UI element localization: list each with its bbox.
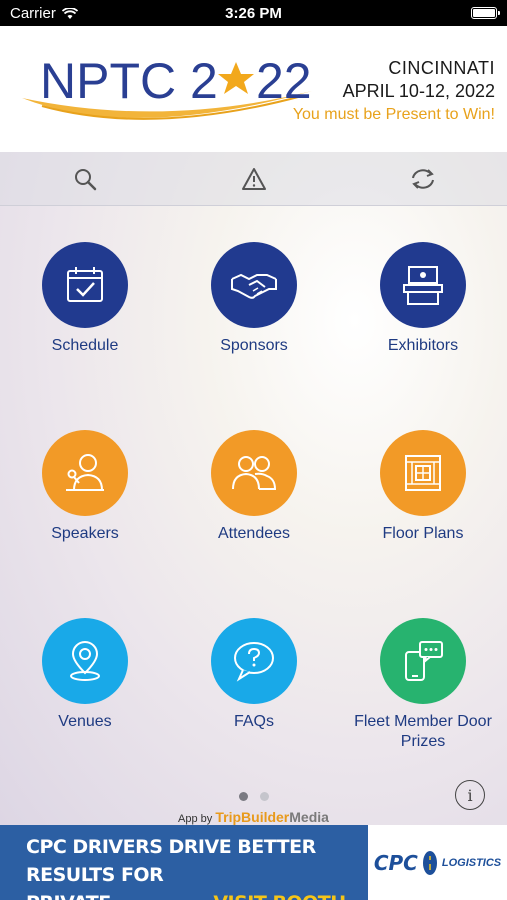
tile-circle [42,430,128,516]
banner-line-2a: PRIVATE FLEETS [26,889,159,900]
question-bubble-icon [234,642,274,682]
banner-line-1: CPC DRIVERS DRIVE BETTER RESULTS FOR [26,836,316,886]
people-icon [232,456,277,490]
search-button[interactable] [70,164,100,194]
sync-icon [412,169,434,189]
tile-circle [380,430,466,516]
alerts-button[interactable] [239,164,269,194]
tile-speakers[interactable]: Speakers [15,430,155,544]
tile-schedule[interactable]: Schedule [15,242,155,356]
home-grid-area: Schedule Sponsors Exhibitors Speakers At… [0,152,507,825]
page-indicator[interactable] [0,792,507,801]
sponsor-banner[interactable]: CPC DRIVERS DRIVE BETTER RESULTS FOR PRI… [0,825,507,900]
credit-brand-b: Media [289,809,329,825]
calendar-check-icon [67,267,103,302]
tile-fleet-member-door-prizes[interactable]: Fleet Member Door Prizes [353,618,493,752]
logo-text: NPTC 2 [40,53,218,109]
tile-label: Attendees [217,525,291,542]
tile-circle [211,618,297,704]
speaker-icon [66,454,104,491]
tile-exhibitors[interactable]: Exhibitors [353,242,493,356]
tile-circle [42,618,128,704]
banner-line-2: PRIVATE FLEETS VISIT BOOTH #809 [26,889,368,900]
sync-button[interactable] [408,164,438,194]
credit-brand-a: TripBuilder [215,809,290,825]
road-icon [422,850,437,875]
tile-label: Schedule [51,337,119,354]
tile-circle [211,430,297,516]
handshake-icon [231,273,277,299]
event-info: CINCINNATI APRIL 10-12, 2022 You must be… [293,58,495,124]
page-dot-1[interactable] [238,792,248,801]
credit-prefix: App by [178,813,213,825]
cpc-logistics-logo: CPC LOGISTICS [368,825,507,900]
tile-venues[interactable]: Venues [15,618,155,732]
tile-label: FAQs [233,713,274,730]
page-dot-2[interactable] [259,792,269,801]
tile-floor-plans[interactable]: Floor Plans [353,430,493,544]
tile-label: Speakers [51,525,119,542]
booth-icon [403,266,443,305]
tile-label: Fleet Member Door Prizes [354,713,492,750]
cpc-logo-sub: LOGISTICS [441,856,502,869]
tile-label: Sponsors [220,337,288,354]
tile-faqs[interactable]: FAQs [184,618,324,732]
star-icon [218,62,254,94]
banner-booth: VISIT BOOTH #809 [213,889,368,900]
tile-label: Floor Plans [382,525,464,542]
info-button[interactable]: i [455,780,485,810]
clock: 3:26 PM [225,5,282,22]
event-dates: APRIL 10-12, 2022 [342,81,495,101]
info-icon: i [467,785,473,805]
search-icon [75,169,97,191]
tile-sponsors[interactable]: Sponsors [184,242,324,356]
tile-circle [42,242,128,328]
event-header: NPTC 2 22 CINCINNATI APRIL 10-12, 2022 Y… [0,26,507,152]
tile-attendees[interactable]: Attendees [184,430,324,544]
phone-chat-icon [405,641,443,681]
tile-label: Exhibitors [387,337,459,354]
event-tagline: You must be Present to Win! [292,106,495,123]
event-city: CINCINNATI [388,58,495,78]
tile-circle [211,242,297,328]
floor-plan-icon [405,455,441,491]
banner-text-panel: CPC DRIVERS DRIVE BETTER RESULTS FOR PRI… [0,825,368,900]
status-bar: Carrier 3:26 PM [0,0,507,26]
map-pin-icon [70,641,100,681]
cpc-logo-text: CPC [373,850,418,875]
tile-circle [380,242,466,328]
tile-circle [380,618,466,704]
nptc-logo: NPTC 2 22 [22,53,312,120]
app-credit[interactable]: App by TripBuilderMedia [0,809,507,825]
toolbar [0,152,507,206]
alert-icon [242,168,266,190]
tile-label: Venues [58,713,112,730]
battery-icon [471,7,500,19]
